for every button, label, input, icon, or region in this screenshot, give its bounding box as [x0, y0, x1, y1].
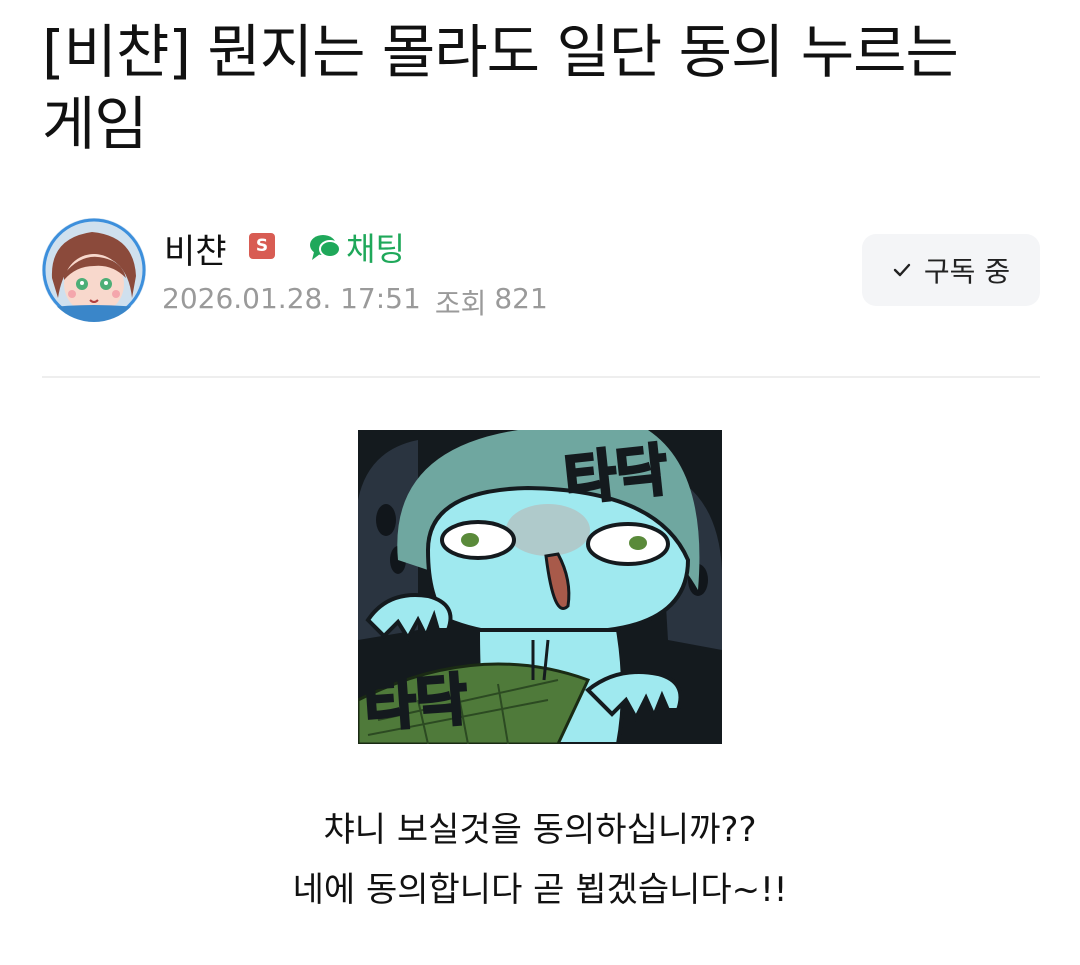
body-line-1: 챠니 보실것을 동의하십니까??: [323, 810, 757, 850]
author-name[interactable]: 비챤: [164, 224, 227, 273]
subscribe-button[interactable]: 구독 중: [862, 234, 1040, 306]
avatar-image: [42, 218, 146, 322]
streamer-badge: S: [249, 233, 275, 259]
author-block: 비챤 S 채팅 2026.01.28. 17:51 조회 821 구독 중: [42, 218, 1042, 328]
checkmark-icon: [893, 263, 911, 277]
sticker-image[interactable]: 타닥 타닥: [358, 430, 722, 744]
post-body: 챠니 보실것을 동의하십니까?? 네에 동의합니다 곧 뵙겠습니다~!!: [0, 800, 1080, 920]
post-title: [비챤] 뭔지는 몰라도 일단 동의 누르는 게임: [42, 18, 959, 158]
post-date: 2026.01.28. 17:51: [162, 282, 421, 315]
sticker-caption-bottom: 타닥: [361, 666, 471, 741]
chat-label: 채팅: [346, 230, 405, 268]
author-avatar[interactable]: [42, 218, 146, 322]
views-count: 821: [494, 282, 548, 315]
sticker-caption-top: 타닥: [560, 436, 672, 514]
body-line-2: 네에 동의합니다 곧 뵙겠습니다~!!: [292, 870, 788, 910]
divider: [42, 376, 1040, 378]
speech-bubble-icon: [310, 235, 341, 260]
post-meta: 2026.01.28. 17:51 조회 821: [162, 282, 548, 322]
views-label: 조회: [434, 287, 487, 320]
chat-link[interactable]: 채팅: [308, 224, 405, 270]
subscribe-label: 구독 중: [923, 255, 1011, 288]
